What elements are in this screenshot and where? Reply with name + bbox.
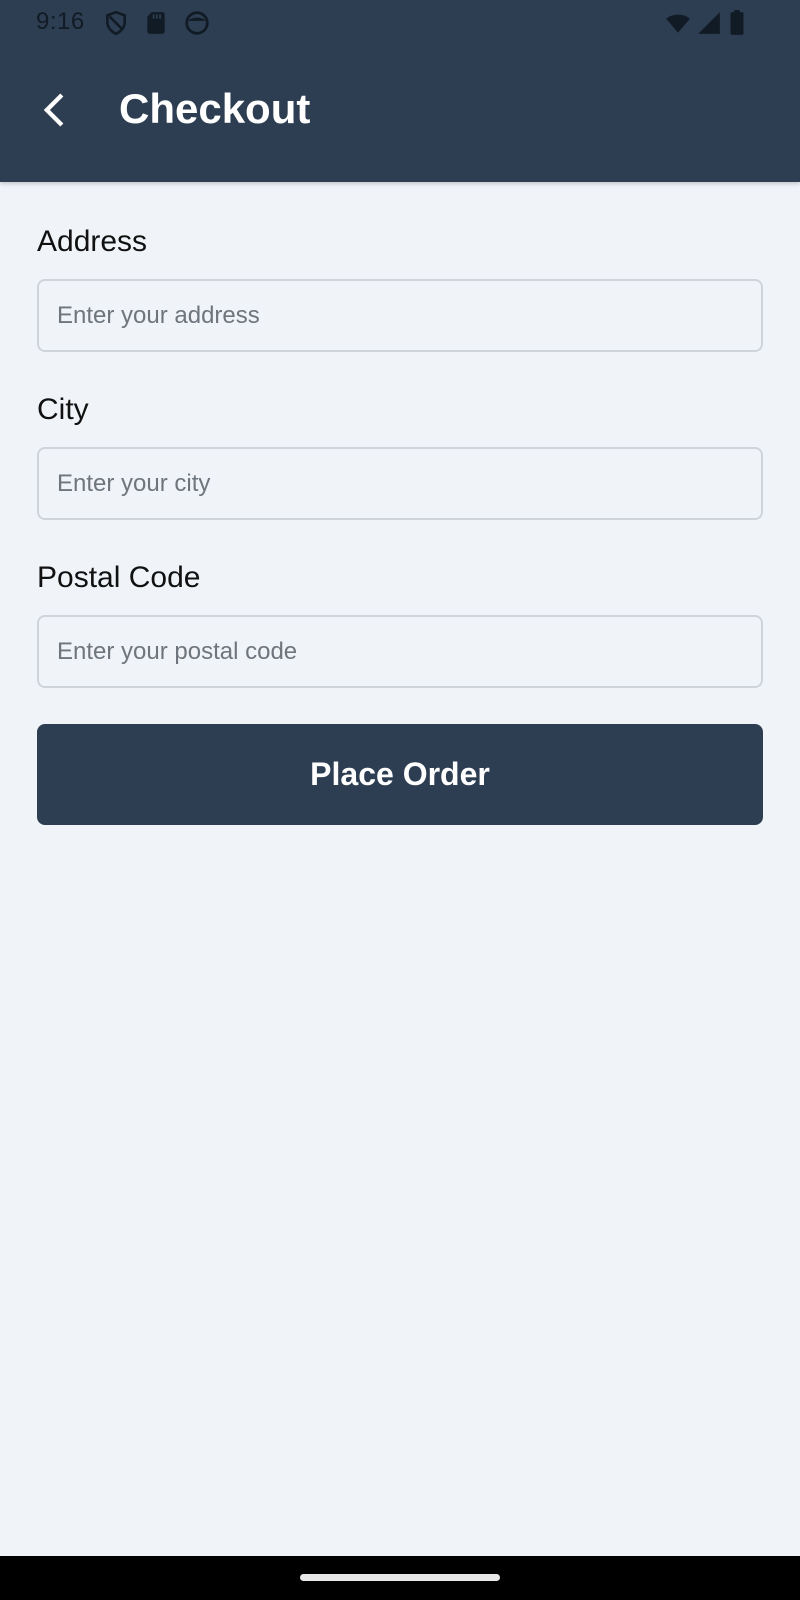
cell-signal-icon	[696, 10, 722, 36]
postal-code-field-group: Postal Code	[37, 558, 763, 688]
address-label: Address	[37, 225, 148, 258]
wifi-icon	[664, 10, 690, 36]
city-field-group: City	[37, 390, 763, 520]
face-circle-icon	[184, 10, 210, 36]
back-button[interactable]	[30, 84, 82, 136]
navigation-bar	[0, 1556, 800, 1600]
address-input[interactable]	[37, 279, 763, 352]
page-title: Checkout	[119, 85, 311, 132]
battery-icon	[728, 10, 754, 36]
shield-icon	[103, 10, 129, 36]
app-bar: Checkout	[0, 46, 800, 182]
city-label: City	[37, 393, 89, 426]
checkout-screen: 9:16 Checkout Address Enter your address…	[0, 0, 800, 1600]
city-input[interactable]	[37, 447, 763, 520]
sd-card-icon	[143, 10, 169, 36]
address-field-group: Address	[37, 222, 763, 352]
postal-code-label: Postal Code	[37, 561, 201, 594]
status-bar: 9:16	[0, 0, 800, 46]
home-indicator[interactable]	[300, 1574, 500, 1581]
chevron-left-icon	[43, 93, 64, 127]
status-time: 9:16	[36, 8, 85, 35]
header: 9:16 Checkout	[0, 0, 800, 182]
postal-code-input[interactable]	[37, 615, 763, 688]
checkout-form: Address City Postal Code Place Order	[37, 222, 763, 825]
place-order-button[interactable]: Place Order	[37, 724, 763, 825]
